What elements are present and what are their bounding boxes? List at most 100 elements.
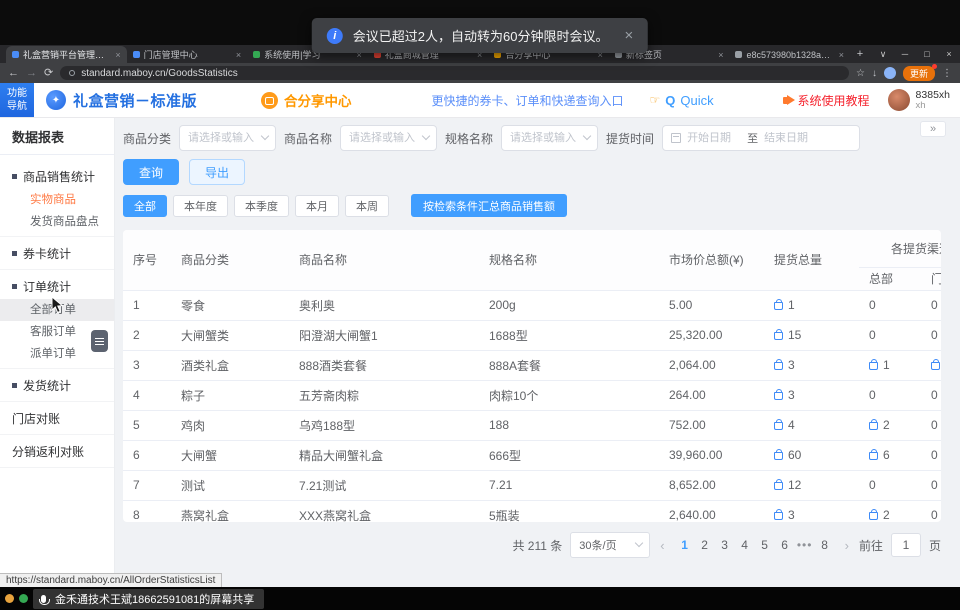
page-number[interactable]: 2 — [695, 538, 715, 552]
page-number[interactable]: 1 — [675, 538, 695, 552]
period-tab[interactable]: 本年度 — [173, 195, 228, 217]
next-page-button[interactable]: › — [843, 538, 851, 553]
period-tab[interactable]: 本周 — [345, 195, 389, 217]
page-number[interactable]: 8 — [815, 538, 835, 552]
sidebar-subitem[interactable]: 全部订单 — [0, 299, 114, 321]
sidebar-item[interactable]: 券卡统计 — [0, 240, 114, 266]
page-number[interactable]: 4 — [735, 538, 755, 552]
table-body: 1零食奥利奥200g5.001002大闸蟹类阳澄湖大闸蟹11688型25,320… — [123, 290, 941, 522]
reload-icon[interactable]: ⟳ — [44, 68, 53, 79]
cell-store: 0 — [921, 500, 941, 522]
function-nav-toggle[interactable]: 功能 导航 — [0, 83, 34, 117]
table-row: 4粽子五芳斋肉粽肉粽10个264.00300 — [123, 380, 941, 410]
toast-close-icon[interactable]: × — [624, 27, 633, 44]
cell-category: 测试 — [171, 470, 289, 500]
category-select[interactable] — [179, 125, 276, 151]
sidebar-item[interactable]: 商品销售统计 — [0, 163, 114, 189]
pickup-bag-icon — [869, 512, 878, 520]
filter-label: 商品名称 — [284, 130, 332, 147]
browser-update-button[interactable]: 更新 — [903, 66, 935, 81]
period-tab[interactable]: 全部 — [123, 195, 167, 217]
col-header-name: 商品名称 — [289, 230, 479, 290]
sidebar-item[interactable]: 订单统计 — [0, 273, 114, 299]
tab-close-icon[interactable]: × — [236, 50, 241, 60]
cell-hq-value: 0 — [869, 478, 876, 492]
user-info[interactable]: 8385xh xh — [888, 89, 950, 112]
page-number[interactable]: 5 — [755, 538, 775, 552]
tutorial-link[interactable]: 系统使用教程 — [783, 92, 870, 109]
app-header: 功能 导航 ✦ 礼盒营销－标准版 合分享中心 更快捷的券卡、订单和快递查询入口 … — [0, 83, 960, 117]
forward-icon[interactable]: → — [26, 68, 37, 79]
sidebar-subitem[interactable]: 发货商品盘点 — [0, 211, 114, 233]
share-center-link[interactable]: 合分享中心 — [261, 90, 352, 110]
browser-tab[interactable]: 门店管理中心× — [127, 46, 248, 63]
nav-toggle-line2: 导航 — [7, 100, 27, 113]
address-bar[interactable]: standard.maboy.cn/GoodsStatistics — [60, 66, 849, 80]
tab-search-icon[interactable]: ∨ — [872, 45, 894, 63]
spec-name-select[interactable] — [501, 125, 598, 151]
browser-tab[interactable]: e8c573980b1328a258fd2e6f× — [729, 46, 850, 63]
date-range-picker[interactable]: 至 — [662, 125, 860, 151]
page-ellipsis: ••• — [795, 538, 815, 552]
category-select-input[interactable] — [180, 126, 275, 150]
sidebar-collapse-handle[interactable] — [91, 330, 108, 352]
spec-name-select-input[interactable] — [502, 126, 597, 150]
back-icon[interactable]: ← — [8, 68, 19, 79]
new-tab-button[interactable]: + — [852, 46, 868, 62]
bullet-icon — [12, 284, 17, 289]
sidebar-section-title: 数据报表 — [0, 117, 114, 155]
tab-favicon-icon — [253, 51, 260, 58]
period-tab[interactable]: 本季度 — [234, 195, 289, 217]
export-button[interactable]: 导出 — [189, 159, 245, 185]
close-window-button[interactable]: × — [938, 45, 960, 63]
avatar[interactable] — [888, 89, 910, 111]
tab-favicon-icon — [133, 51, 140, 58]
search-button[interactable]: 查询 — [123, 159, 179, 185]
quick-link[interactable]: ☞ Q Quick — [650, 93, 714, 108]
prev-page-button[interactable]: ‹ — [658, 538, 666, 553]
cell-pickup: 3 — [764, 380, 859, 410]
tab-close-icon[interactable]: × — [839, 50, 844, 60]
cell-pickup: 15 — [764, 320, 859, 350]
sidebar-item[interactable]: 发货统计 — [0, 372, 114, 398]
cell-hq-value: 0 — [869, 298, 876, 312]
minimize-button[interactable]: ─ — [894, 45, 916, 63]
goto-page-input[interactable] — [891, 533, 921, 557]
browser-tab[interactable]: 礼盒营销平台管理中心× — [6, 46, 127, 63]
period-tab[interactable]: 本月 — [295, 195, 339, 217]
cell-market-total: 2,640.00 — [659, 500, 764, 522]
pickup-bag-icon — [869, 422, 878, 430]
chevron-down-icon — [635, 539, 643, 547]
cell-market-total: 5.00 — [659, 290, 764, 320]
pickup-bag-icon — [869, 452, 878, 460]
cell-store-value: 0 — [931, 388, 938, 402]
sidebar-item[interactable]: 分销返利对账 — [0, 438, 114, 464]
tab-close-icon[interactable]: × — [718, 50, 723, 60]
download-icon[interactable]: ↓ — [872, 68, 877, 79]
user-name: 8385xh — [916, 89, 950, 101]
start-date-input[interactable] — [687, 132, 741, 144]
site-info-icon[interactable] — [69, 70, 75, 76]
product-name-select[interactable] — [340, 125, 437, 151]
bookmark-star-icon[interactable]: ☆ — [856, 68, 865, 79]
nav-toggle-line1: 功能 — [7, 87, 27, 100]
panel-collapse-button[interactable]: » — [920, 121, 946, 137]
page-size-value: 30条/页 — [579, 537, 616, 553]
sidebar-subitem[interactable]: 实物商品 — [0, 189, 114, 211]
sidebar-item-label: 订单统计 — [23, 278, 71, 295]
cell-market-total: 2,064.00 — [659, 350, 764, 380]
summary-button[interactable]: 按检索条件汇总商品销售额 — [411, 194, 567, 217]
tab-close-icon[interactable]: × — [115, 50, 120, 60]
page-number[interactable]: 6 — [775, 538, 795, 552]
end-date-input[interactable] — [764, 132, 818, 144]
app-body: 数据报表 商品销售统计实物商品发货商品盘点券卡统计订单统计全部订单客服订单派单订… — [0, 117, 960, 587]
brand-logo-icon: ✦ — [46, 90, 66, 110]
page-size-select[interactable]: 30条/页 — [570, 532, 650, 558]
cell-store-value: 0 — [931, 508, 938, 522]
product-name-select-input[interactable] — [341, 126, 436, 150]
sidebar-item[interactable]: 门店对账 — [0, 405, 114, 431]
menu-dots-icon[interactable]: ⋮ — [942, 68, 952, 79]
page-number[interactable]: 3 — [715, 538, 735, 552]
profile-avatar-icon[interactable] — [884, 67, 896, 79]
maximize-button[interactable]: □ — [916, 45, 938, 63]
